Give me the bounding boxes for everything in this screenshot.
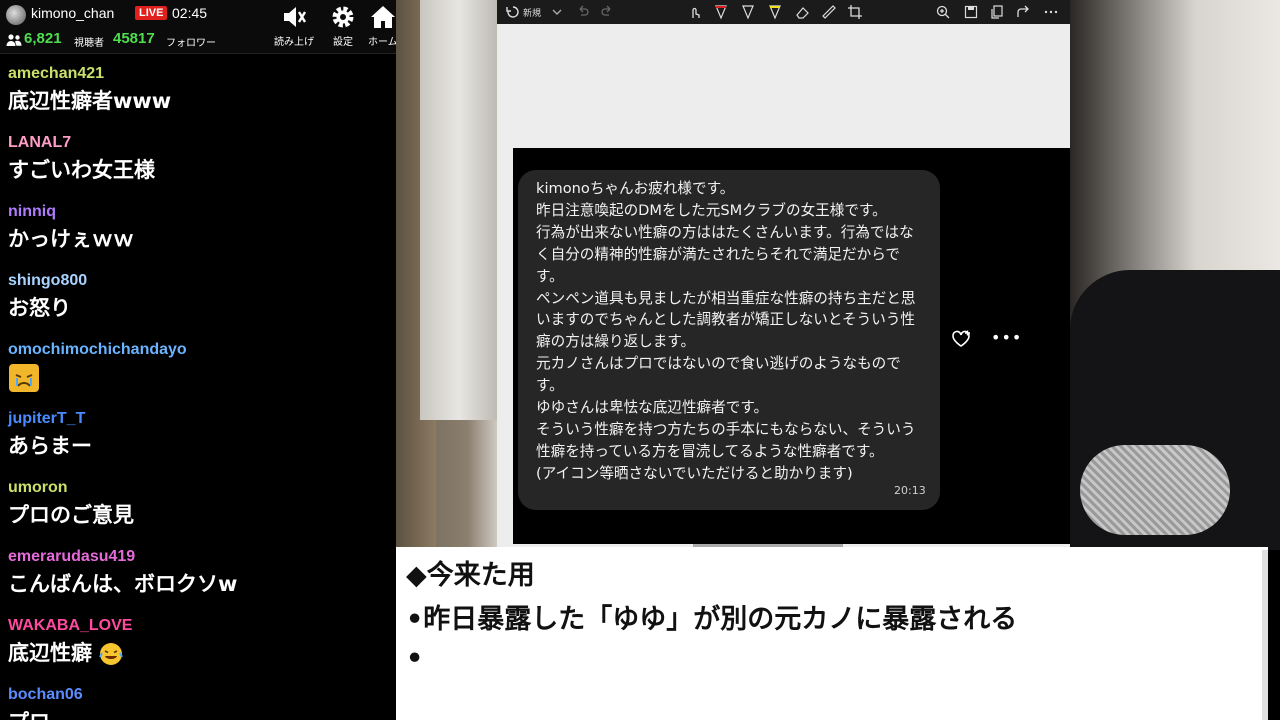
redo-icon[interactable] bbox=[599, 4, 615, 20]
viewer-toolbar: 新規 bbox=[497, 0, 1070, 24]
webcam-hanging-cloth bbox=[420, 0, 498, 420]
dm-timestamp: 20:13 bbox=[894, 484, 926, 497]
chat-message: LANAL7 すごいわ女王様 bbox=[0, 133, 396, 202]
more-options-icon[interactable] bbox=[1043, 4, 1059, 20]
avatar[interactable] bbox=[6, 5, 26, 25]
pencil-icon[interactable] bbox=[740, 4, 756, 20]
stream-header: kimono_chan LIVE 02:45 6,821 視聴者 45817 フ… bbox=[0, 0, 396, 54]
ballpoint-pen-icon[interactable] bbox=[713, 4, 729, 20]
chat-username[interactable]: shingo800 bbox=[8, 271, 396, 291]
chat-text: すごいわ女王様 bbox=[8, 158, 155, 182]
settings-label: 設定 bbox=[333, 37, 353, 48]
chat-username[interactable]: amechan421 bbox=[8, 64, 396, 84]
chat-username[interactable]: emerarudasu419 bbox=[8, 547, 396, 567]
chat-message: shingo800 お怒り bbox=[0, 271, 396, 340]
home-label: ホーム bbox=[368, 37, 396, 48]
chat-text bbox=[8, 362, 396, 393]
chat-message: omochimochichandayo bbox=[0, 340, 396, 409]
chat-message: ninniq かっけぇｗｗ bbox=[0, 202, 396, 271]
chat-text: プロのご意見 bbox=[8, 503, 134, 527]
speaker-icon bbox=[284, 7, 307, 27]
webcam-microphone bbox=[1080, 445, 1230, 535]
read-aloud-button[interactable]: 読み上げ bbox=[268, 4, 320, 50]
read-aloud-label: 読み上げ bbox=[274, 37, 314, 48]
chat-username[interactable]: ninniq bbox=[8, 202, 396, 222]
notes-item: • bbox=[406, 643, 424, 674]
home-icon bbox=[371, 6, 395, 28]
more-icon[interactable]: ••• bbox=[991, 328, 1022, 347]
chat-message: emerarudasu419 こんばんは、ボロクソw bbox=[0, 547, 396, 616]
chat-panel: kimono_chan LIVE 02:45 6,821 視聴者 45817 フ… bbox=[0, 0, 396, 720]
home-button[interactable]: ホーム bbox=[366, 4, 396, 50]
chat-text: あらまー bbox=[8, 434, 92, 458]
chat-message: WAKABA_LOVE 底辺性癖 bbox=[0, 616, 396, 685]
share-icon[interactable] bbox=[1015, 4, 1031, 20]
notes-title: ◆今来た用 bbox=[406, 560, 535, 591]
streamer-name: kimono_chan bbox=[31, 5, 115, 21]
followers-label: フォロワー bbox=[166, 38, 216, 49]
gear-icon bbox=[332, 6, 354, 28]
chat-username[interactable]: bochan06 bbox=[8, 685, 396, 705]
chat-text: プロ bbox=[8, 707, 396, 720]
react-heart-icon[interactable] bbox=[951, 330, 971, 348]
people-icon bbox=[6, 34, 22, 46]
highlighter-icon[interactable] bbox=[767, 4, 783, 20]
chat-username[interactable]: jupiterT_T bbox=[8, 409, 396, 429]
zoom-in-icon[interactable] bbox=[935, 4, 951, 20]
eraser-icon[interactable] bbox=[795, 4, 811, 20]
chat-message: bochan06 プロ bbox=[0, 685, 396, 720]
new-icon[interactable] bbox=[505, 4, 521, 20]
viewers-label: 視聴者 bbox=[74, 38, 104, 49]
ruler-icon[interactable] bbox=[821, 4, 837, 20]
notes-scrollbar[interactable] bbox=[1262, 550, 1268, 720]
laughing-emoji bbox=[99, 643, 124, 665]
copy-icon[interactable] bbox=[989, 4, 1005, 20]
chat-username[interactable]: WAKABA_LOVE bbox=[8, 616, 396, 636]
chat-text: かっけぇｗｗ bbox=[8, 227, 134, 251]
notes-item: •昨日暴露した「ゆゆ」が別の元カノに暴露される bbox=[406, 604, 1018, 635]
live-badge: LIVE bbox=[135, 6, 168, 20]
image-viewer-window: 新規 kimonoちゃんお疲れ様です。 昨日注意喚起のDMをした元SMクラブの女… bbox=[497, 0, 1070, 548]
chat-message: amechan421 底辺性癖者www bbox=[0, 64, 396, 133]
dm-message-text: kimonoちゃんお疲れ様です。 昨日注意喚起のDMをした元SMクラブの女王様で… bbox=[536, 180, 916, 482]
followers-count: 45817 bbox=[113, 30, 155, 47]
chat-username[interactable]: LANAL7 bbox=[8, 133, 396, 153]
crop-icon[interactable] bbox=[847, 4, 863, 20]
chat-text: 底辺性癖者www bbox=[8, 89, 172, 113]
chat-text: お怒り bbox=[8, 296, 71, 320]
crying-face-emoji bbox=[9, 364, 39, 392]
touch-write-icon[interactable] bbox=[687, 4, 703, 20]
chat-username[interactable]: umoron bbox=[8, 478, 396, 498]
viewers-count: 6,821 bbox=[24, 30, 62, 47]
chat-message: umoron プロのご意見 bbox=[0, 478, 396, 547]
dm-message-bubble: kimonoちゃんお疲れ様です。 昨日注意喚起のDMをした元SMクラブの女王様で… bbox=[518, 170, 940, 510]
chat-message: jupiterT_T あらまー bbox=[0, 409, 396, 478]
chevron-down-icon[interactable] bbox=[549, 4, 565, 20]
chat-username[interactable]: omochimochichandayo bbox=[8, 340, 396, 360]
stream-time: 02:45 bbox=[172, 5, 208, 21]
chat-message-list[interactable]: amechan421 底辺性癖者www LANAL7 すごいわ女王様 ninni… bbox=[0, 64, 396, 720]
chat-text: こんばんは、ボロクソw bbox=[8, 572, 238, 596]
settings-button[interactable]: 設定 bbox=[317, 4, 369, 50]
chat-text-content: 底辺性癖 bbox=[8, 641, 92, 665]
undo-icon[interactable] bbox=[575, 4, 591, 20]
notes-panel[interactable]: ◆今来た用 •昨日暴露した「ゆゆ」が別の元カノに暴露される • bbox=[396, 547, 1268, 720]
chat-text: 底辺性癖 bbox=[8, 638, 396, 668]
save-icon[interactable] bbox=[963, 4, 979, 20]
dm-screenshot: kimonoちゃんお疲れ様です。 昨日注意喚起のDMをした元SMクラブの女王様で… bbox=[513, 148, 1070, 544]
new-label[interactable]: 新規 bbox=[523, 6, 541, 19]
